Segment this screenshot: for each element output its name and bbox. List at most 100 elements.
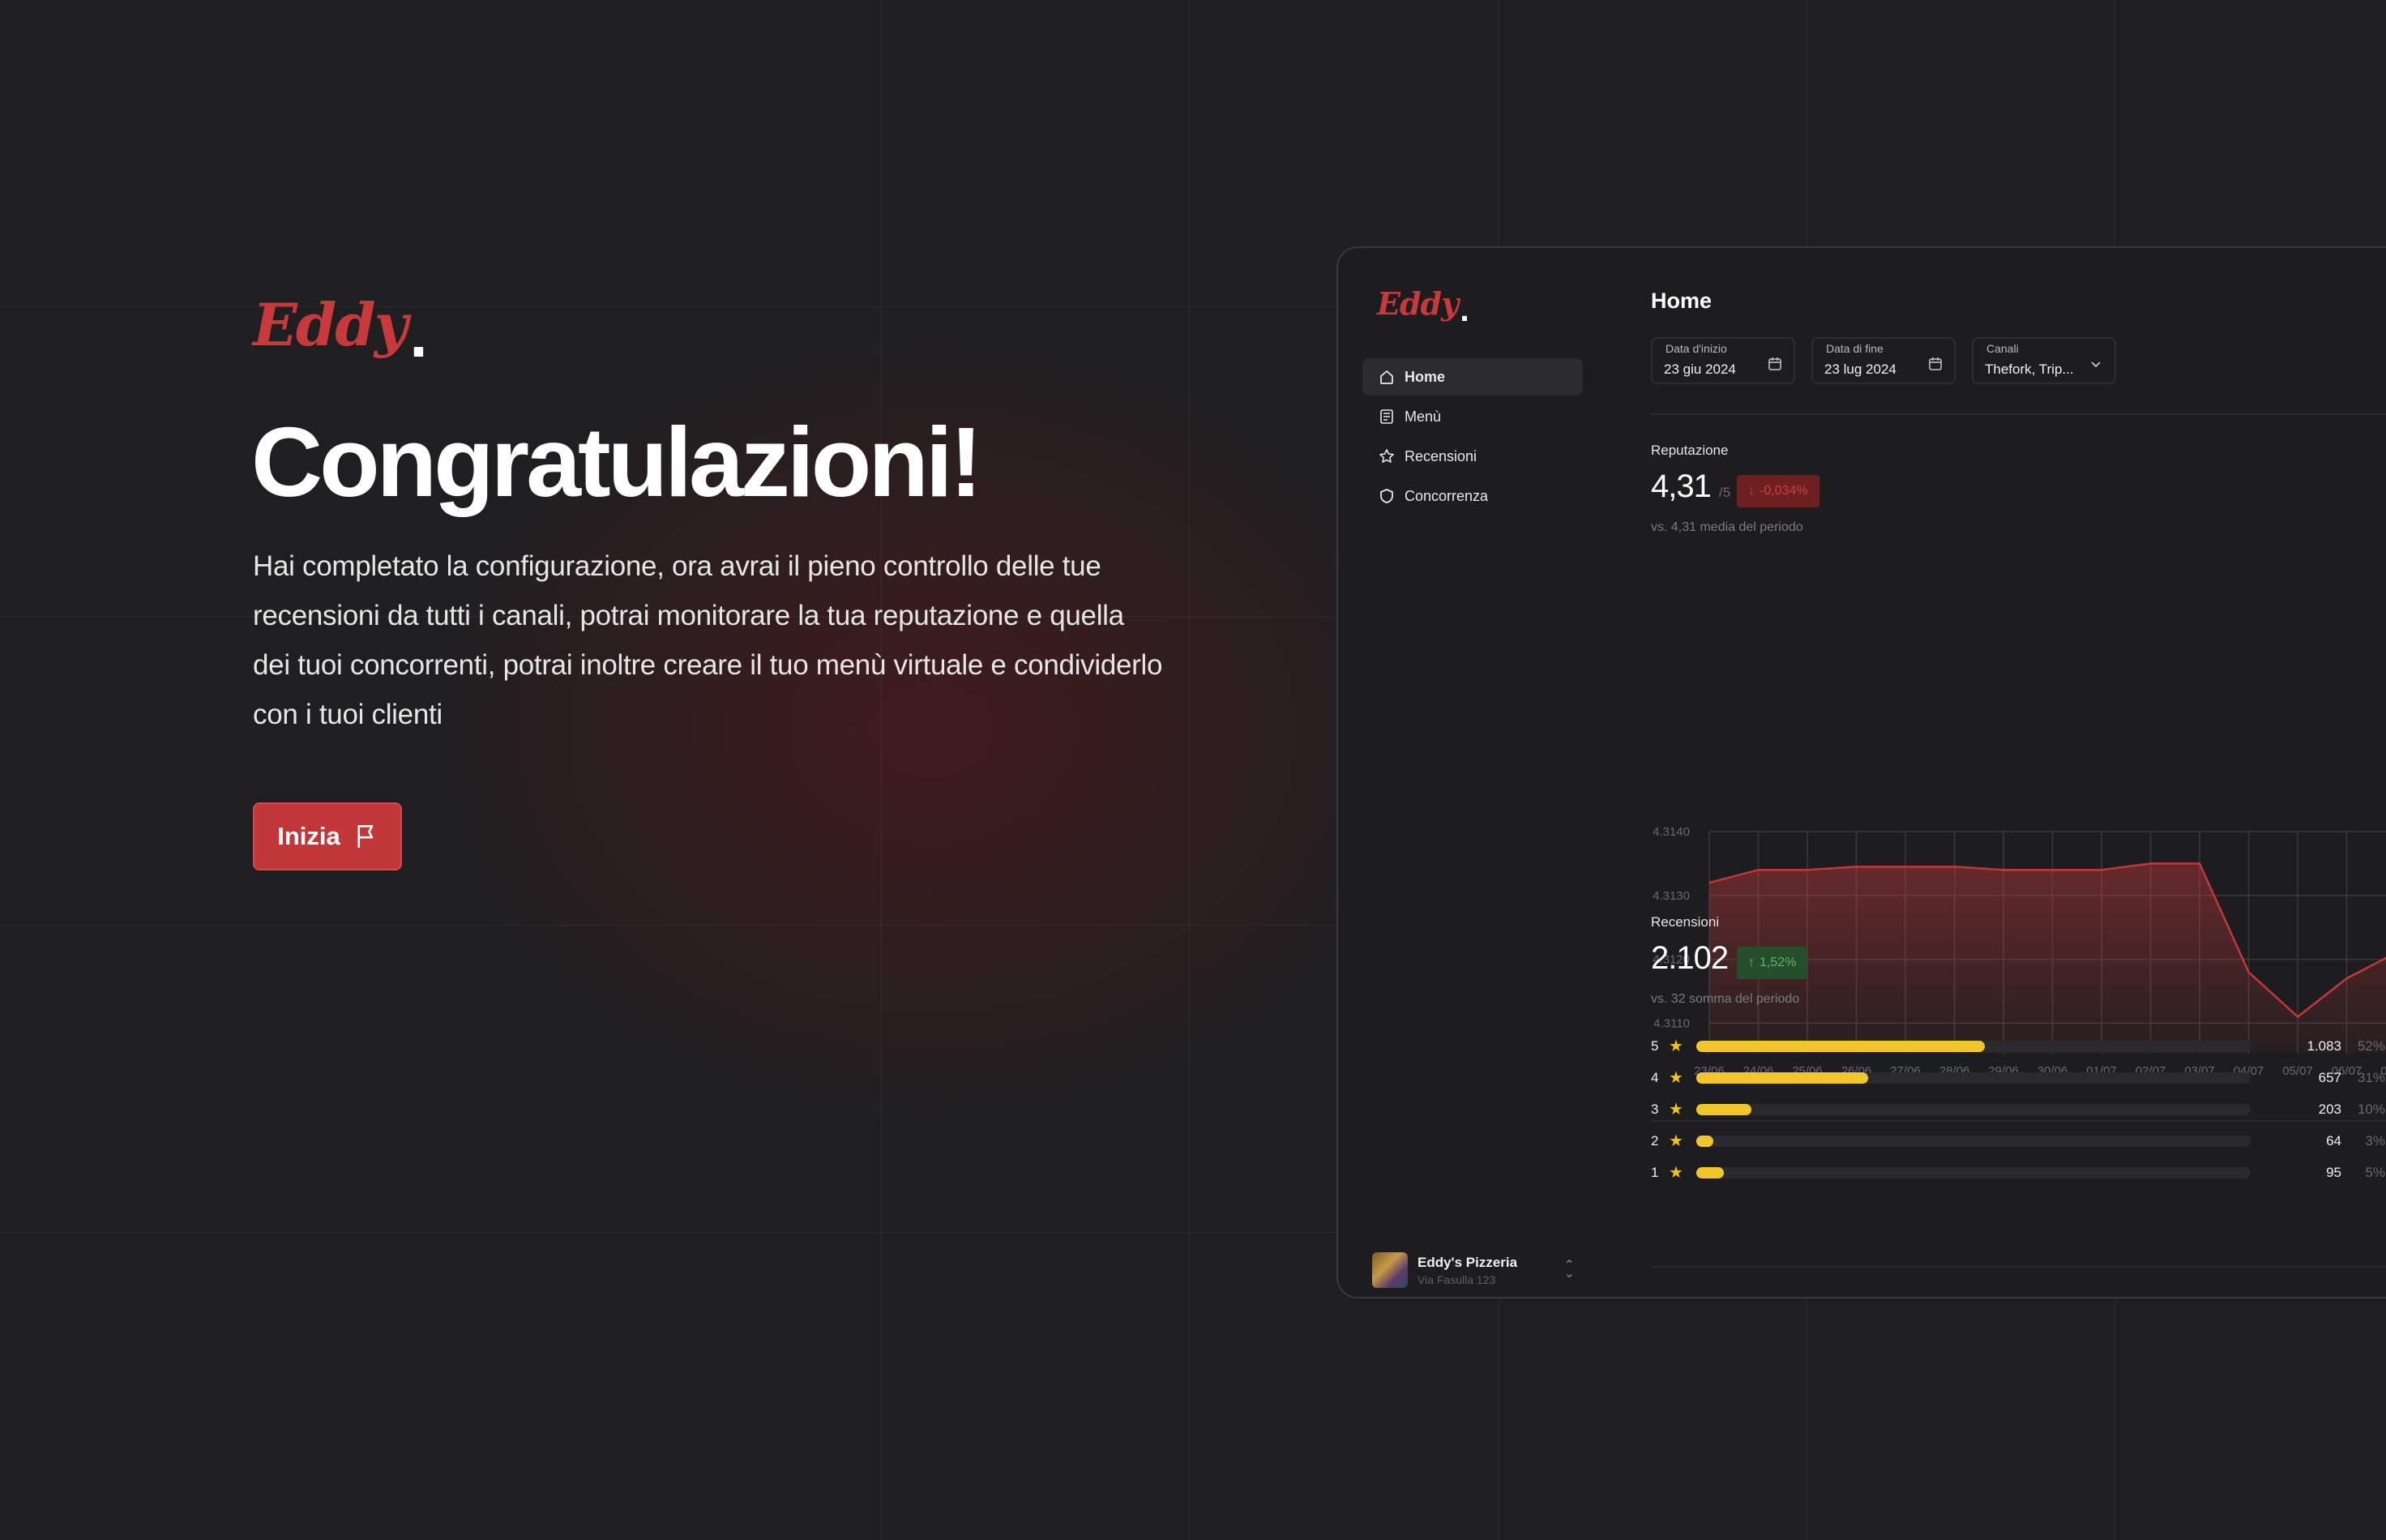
- rating-count: 203: [2318, 1102, 2341, 1117]
- calendar-icon: [1768, 357, 1781, 370]
- reputation-area: [1709, 863, 2386, 1054]
- rating-bar-fill: [1696, 1041, 1985, 1052]
- rating-bar-track: [1696, 1104, 2251, 1115]
- star-icon: ★: [1669, 1132, 1683, 1150]
- star-icon: ★: [1669, 1101, 1683, 1119]
- rating-bar-track: [1696, 1041, 2251, 1052]
- reputation-note: vs. 4,31 media del periodo: [1651, 520, 1803, 534]
- reviews-change-badge: ↑ 1,52%: [1737, 947, 1808, 979]
- start-date-value: 23 giu 2024: [1664, 361, 1736, 377]
- y-tick-label: 4.3110: [1653, 1016, 1690, 1030]
- rating-stars-count: 2: [1651, 1133, 1659, 1149]
- sidebar-item-home[interactable]: Home: [1362, 358, 1583, 396]
- rating-stars-count: 5: [1651, 1038, 1659, 1054]
- page-title: Congratulazioni!: [251, 407, 982, 517]
- end-date-value: 23 lug 2024: [1824, 361, 1896, 377]
- reviews-change-value: 1,52%: [1760, 956, 1797, 969]
- reputation-score: 4,31: [1651, 468, 1712, 504]
- divider: [1651, 1266, 2386, 1268]
- star-icon: ★: [1669, 1037, 1683, 1055]
- sidebar-item-competition[interactable]: Concorrenza: [1362, 477, 1583, 515]
- account-info: Eddy's Pizzeria Via Fasulla 123: [1417, 1255, 1517, 1286]
- sidebar-nav: Home Menù Recensioni Concorrenza: [1362, 358, 1583, 517]
- end-date-label: Data di fine: [1826, 342, 1884, 355]
- reviews-label: Recensioni: [1651, 914, 1720, 930]
- reviews-note: vs. 32 somma del periodo: [1651, 992, 1800, 1006]
- rating-bar-fill: [1696, 1167, 1724, 1179]
- dashboard-title: Home: [1651, 289, 1713, 313]
- start-date-picker[interactable]: Data d'inizio 23 giu 2024: [1651, 337, 1795, 384]
- rating-row: 4★65731%+15: [1651, 1066, 2386, 1090]
- rating-row: 5★1.08352%+8: [1651, 1034, 2386, 1059]
- sidebar-item-label: Concorrenza: [1405, 487, 1489, 504]
- arrow-down-icon: ↓: [1748, 484, 1755, 498]
- reputation-value: 4,31 /5: [1651, 468, 1730, 505]
- rating-percent: 3%: [2365, 1133, 2385, 1149]
- account-switcher[interactable]: Eddy's Pizzeria Via Fasulla 123 ⌃ ⌄: [1372, 1250, 1575, 1290]
- grid-line: [880, 0, 882, 1540]
- start-date-label: Data d'inizio: [1665, 342, 1727, 355]
- reviews-value: 2.102: [1651, 940, 1729, 976]
- flag-icon: [357, 825, 373, 848]
- sidebar-item-label: Home: [1405, 368, 1446, 385]
- reputation-change-badge: ↓ -0,034%: [1737, 475, 1819, 507]
- account-name: Eddy's Pizzeria: [1417, 1254, 1518, 1270]
- chevron-down-icon: [2091, 361, 2101, 368]
- rating-percent: 52%: [2357, 1038, 2385, 1054]
- rating-row: 2★643%+2: [1651, 1129, 2386, 1153]
- sidebar-item-label: Menù: [1405, 408, 1442, 425]
- star-icon: ★: [1669, 1164, 1683, 1182]
- home-icon: [1380, 370, 1393, 384]
- shield-icon: [1380, 489, 1393, 503]
- start-button-label: Inizia: [277, 822, 340, 850]
- account-address: Via Fasulla 123: [1417, 1273, 1496, 1286]
- rating-bar-track: [1696, 1136, 2251, 1147]
- rating-count: 64: [2326, 1133, 2341, 1149]
- divider: [1651, 413, 2386, 415]
- star-icon: ★: [1669, 1069, 1683, 1087]
- page-background: Eddy . Congratulazioni! Hai completato l…: [0, 0, 2386, 1540]
- dashboard-preview: Eddy . Home Menù Recensioni Concorrenza …: [1336, 246, 2386, 1298]
- rating-bar-fill: [1696, 1136, 1713, 1147]
- eddy-logo: Eddy .: [253, 290, 428, 370]
- rating-row: 1★955%+0: [1651, 1161, 2386, 1185]
- menu-book-icon: [1380, 409, 1393, 424]
- chevron-up-down-icon: ⌃ ⌄: [1563, 1259, 1575, 1281]
- rating-bar-fill: [1696, 1104, 1751, 1115]
- rating-bar-track: [1696, 1167, 2251, 1179]
- reputation-change-value: -0,034%: [1760, 484, 1808, 498]
- channels-select[interactable]: Canali Thefork, Trip...: [1972, 337, 2116, 384]
- rating-stars-count: 4: [1651, 1070, 1659, 1085]
- rating-bar-track: [1696, 1072, 2251, 1084]
- rating-percent: 31%: [2357, 1070, 2385, 1085]
- sidebar-item-reviews[interactable]: Recensioni: [1362, 438, 1583, 475]
- rating-percent: 5%: [2365, 1165, 2385, 1180]
- reputation-scale: /5: [1718, 485, 1731, 500]
- channels-label: Canali: [1986, 342, 2019, 355]
- arrow-up-icon: ↑: [1748, 956, 1755, 969]
- start-button[interactable]: Inizia: [253, 802, 402, 871]
- grid-line: [1188, 0, 1190, 1540]
- logo-text: Eddy: [253, 290, 408, 359]
- end-date-picker[interactable]: Data di fine 23 lug 2024: [1811, 337, 1956, 384]
- star-icon: [1379, 449, 1394, 463]
- sidebar-item-label: Recensioni: [1405, 447, 1477, 464]
- calendar-icon: [1929, 357, 1942, 370]
- reputation-label: Reputazione: [1651, 443, 1729, 458]
- rating-count: 657: [2318, 1070, 2341, 1085]
- rating-row: 3★20310%+7: [1651, 1097, 2386, 1122]
- rating-count: 1.083: [2307, 1038, 2341, 1054]
- channels-value: Thefork, Trip...: [1985, 361, 2074, 377]
- sidebar-item-menu[interactable]: Menù: [1362, 398, 1583, 435]
- y-tick-label: 4.3130: [1653, 889, 1690, 903]
- main-content: Home Data d'inizio 23 giu 2024 Data di f…: [1651, 248, 2386, 1297]
- sidebar-logo[interactable]: Eddy .: [1377, 285, 1469, 328]
- logo-dot: .: [409, 298, 428, 370]
- y-tick-label: 4.3140: [1653, 825, 1690, 839]
- rating-stars-count: 3: [1651, 1102, 1659, 1117]
- avatar: [1372, 1252, 1408, 1288]
- logo-dot: .: [1460, 290, 1469, 328]
- intro-paragraph: Hai completato la configurazione, ora av…: [253, 550, 1163, 730]
- rating-bar-fill: [1696, 1072, 1868, 1084]
- logo-text: Eddy: [1377, 285, 1459, 322]
